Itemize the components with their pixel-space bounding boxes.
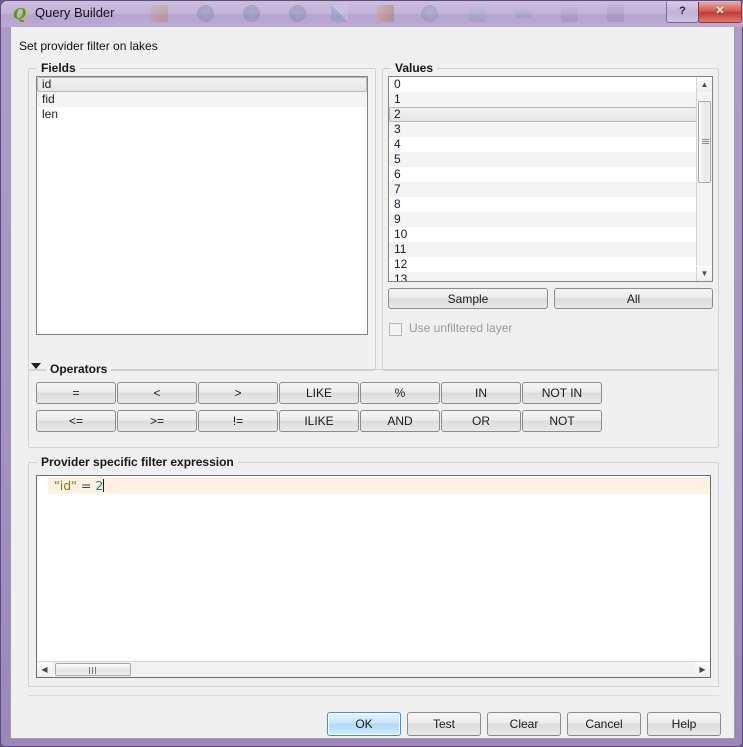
fields-list[interactable]: id fid len xyxy=(36,76,368,335)
operator-button-lt[interactable]: < xyxy=(117,382,197,404)
list-item[interactable]: 12 xyxy=(389,257,697,272)
help-button[interactable]: Help xyxy=(647,712,721,736)
list-item[interactable]: 0 xyxy=(389,77,697,92)
scroll-right-icon[interactable]: ▶ xyxy=(695,662,710,677)
list-item[interactable]: 2 xyxy=(389,107,697,122)
list-item[interactable]: id xyxy=(37,77,367,92)
operator-button-like[interactable]: LIKE xyxy=(279,382,359,404)
operator-button-not-in[interactable]: NOT IN xyxy=(522,382,602,404)
scroll-down-icon[interactable]: ▼ xyxy=(697,266,712,281)
ghost-toolbar-icon xyxy=(151,5,168,22)
operators-group: Operators xyxy=(28,362,719,448)
list-item[interactable]: 6 xyxy=(389,167,697,182)
cancel-button[interactable]: Cancel xyxy=(567,712,641,736)
list-item[interactable]: 1 xyxy=(389,92,697,107)
expression-horizontal-scrollbar[interactable]: ◀ ▶ xyxy=(37,661,710,677)
list-item[interactable]: 8 xyxy=(389,197,697,212)
list-item[interactable]: 3 xyxy=(389,122,697,137)
expression-token-number: 2 xyxy=(95,478,104,493)
ghost-toolbar-icon xyxy=(289,5,306,22)
clear-button[interactable]: Clear xyxy=(487,712,561,736)
operator-button-in[interactable]: IN xyxy=(441,382,521,404)
title-bar[interactable]: Q Query Builder ? ✕ xyxy=(1,1,743,27)
editor-current-line-highlight xyxy=(48,477,710,494)
expression-token-string: "id" xyxy=(54,478,77,493)
filter-expression-text: "id" = 2 xyxy=(54,477,105,494)
sample-button[interactable]: Sample xyxy=(388,288,548,309)
operator-button-eq[interactable]: = xyxy=(36,382,116,404)
all-button[interactable]: All xyxy=(554,288,713,309)
ghost-toolbar-icon xyxy=(607,5,624,22)
use-unfiltered-layer-label: Use unfiltered layer xyxy=(409,321,513,335)
ghost-toolbar-icon xyxy=(377,5,394,22)
fields-group-title: Fields xyxy=(37,61,80,75)
hscrollbar-grip xyxy=(89,667,98,674)
ok-button[interactable]: OK xyxy=(327,712,401,736)
operators-group-title: Operators xyxy=(46,362,112,376)
query-builder-window: Q Query Builder ? ✕ Set provider filter … xyxy=(0,0,743,747)
operator-button-gt[interactable]: > xyxy=(198,382,278,404)
dialog-body: Set provider filter on lakes Fields id f… xyxy=(10,27,735,739)
operator-button-lte[interactable]: <= xyxy=(36,410,116,432)
values-group-title: Values xyxy=(391,61,438,75)
test-button[interactable]: Test xyxy=(407,712,481,736)
list-item[interactable]: 11 xyxy=(389,242,697,257)
ghost-toolbar-icon xyxy=(561,5,578,22)
operator-button-not[interactable]: NOT xyxy=(522,410,602,432)
list-item[interactable]: 5 xyxy=(389,152,697,167)
close-icon[interactable]: ✕ xyxy=(698,2,742,23)
titlebar-help-button[interactable]: ? xyxy=(666,2,699,23)
values-list[interactable]: 0 1 2 3 4 5 6 7 8 9 10 11 12 13 ▲ ▼ xyxy=(388,76,713,282)
list-item[interactable]: 9 xyxy=(389,212,697,227)
ghost-toolbar-icon xyxy=(243,5,260,22)
scrollbar-thumb[interactable] xyxy=(698,101,711,183)
list-item[interactable]: len xyxy=(37,107,367,122)
ghost-toolbar-icon xyxy=(331,5,348,22)
list-item[interactable]: 10 xyxy=(389,227,697,242)
ghost-toolbar-icon xyxy=(197,5,214,22)
operator-button-ilike[interactable]: ILIKE xyxy=(279,410,359,432)
hscrollbar-thumb[interactable] xyxy=(55,663,131,676)
use-unfiltered-layer-checkbox[interactable] xyxy=(389,323,402,336)
qgis-icon: Q xyxy=(13,5,27,23)
list-item[interactable]: 7 xyxy=(389,182,697,197)
footer-separator xyxy=(28,695,719,696)
filter-expression-editor[interactable]: "id" = 2 ◀ ▶ xyxy=(36,475,711,678)
operator-button-gte[interactable]: >= xyxy=(117,410,197,432)
editor-gutter xyxy=(37,476,48,677)
scroll-up-icon[interactable]: ▲ xyxy=(697,77,712,92)
operator-button-and[interactable]: AND xyxy=(360,410,440,432)
list-item[interactable]: fid xyxy=(37,92,367,107)
expression-group-title: Provider specific filter expression xyxy=(37,455,238,469)
operator-button-or[interactable]: OR xyxy=(441,410,521,432)
ghost-toolbar-icon xyxy=(421,5,438,22)
text-cursor xyxy=(103,479,105,492)
values-scrollbar[interactable]: ▲ ▼ xyxy=(696,77,712,281)
ghost-toolbar-icon xyxy=(469,5,486,22)
expression-token-operator: = xyxy=(76,478,96,493)
scrollbar-grip xyxy=(702,139,709,144)
ghost-toolbar-icon xyxy=(515,9,532,18)
operator-button-percent[interactable]: % xyxy=(360,382,440,404)
window-title: Query Builder xyxy=(35,5,115,20)
filter-description-label: Set provider filter on lakes xyxy=(19,39,158,53)
scroll-left-icon[interactable]: ◀ xyxy=(37,662,52,677)
operator-button-neq[interactable]: != xyxy=(198,410,278,432)
list-item[interactable]: 13 xyxy=(389,272,697,281)
list-item[interactable]: 4 xyxy=(389,137,697,152)
